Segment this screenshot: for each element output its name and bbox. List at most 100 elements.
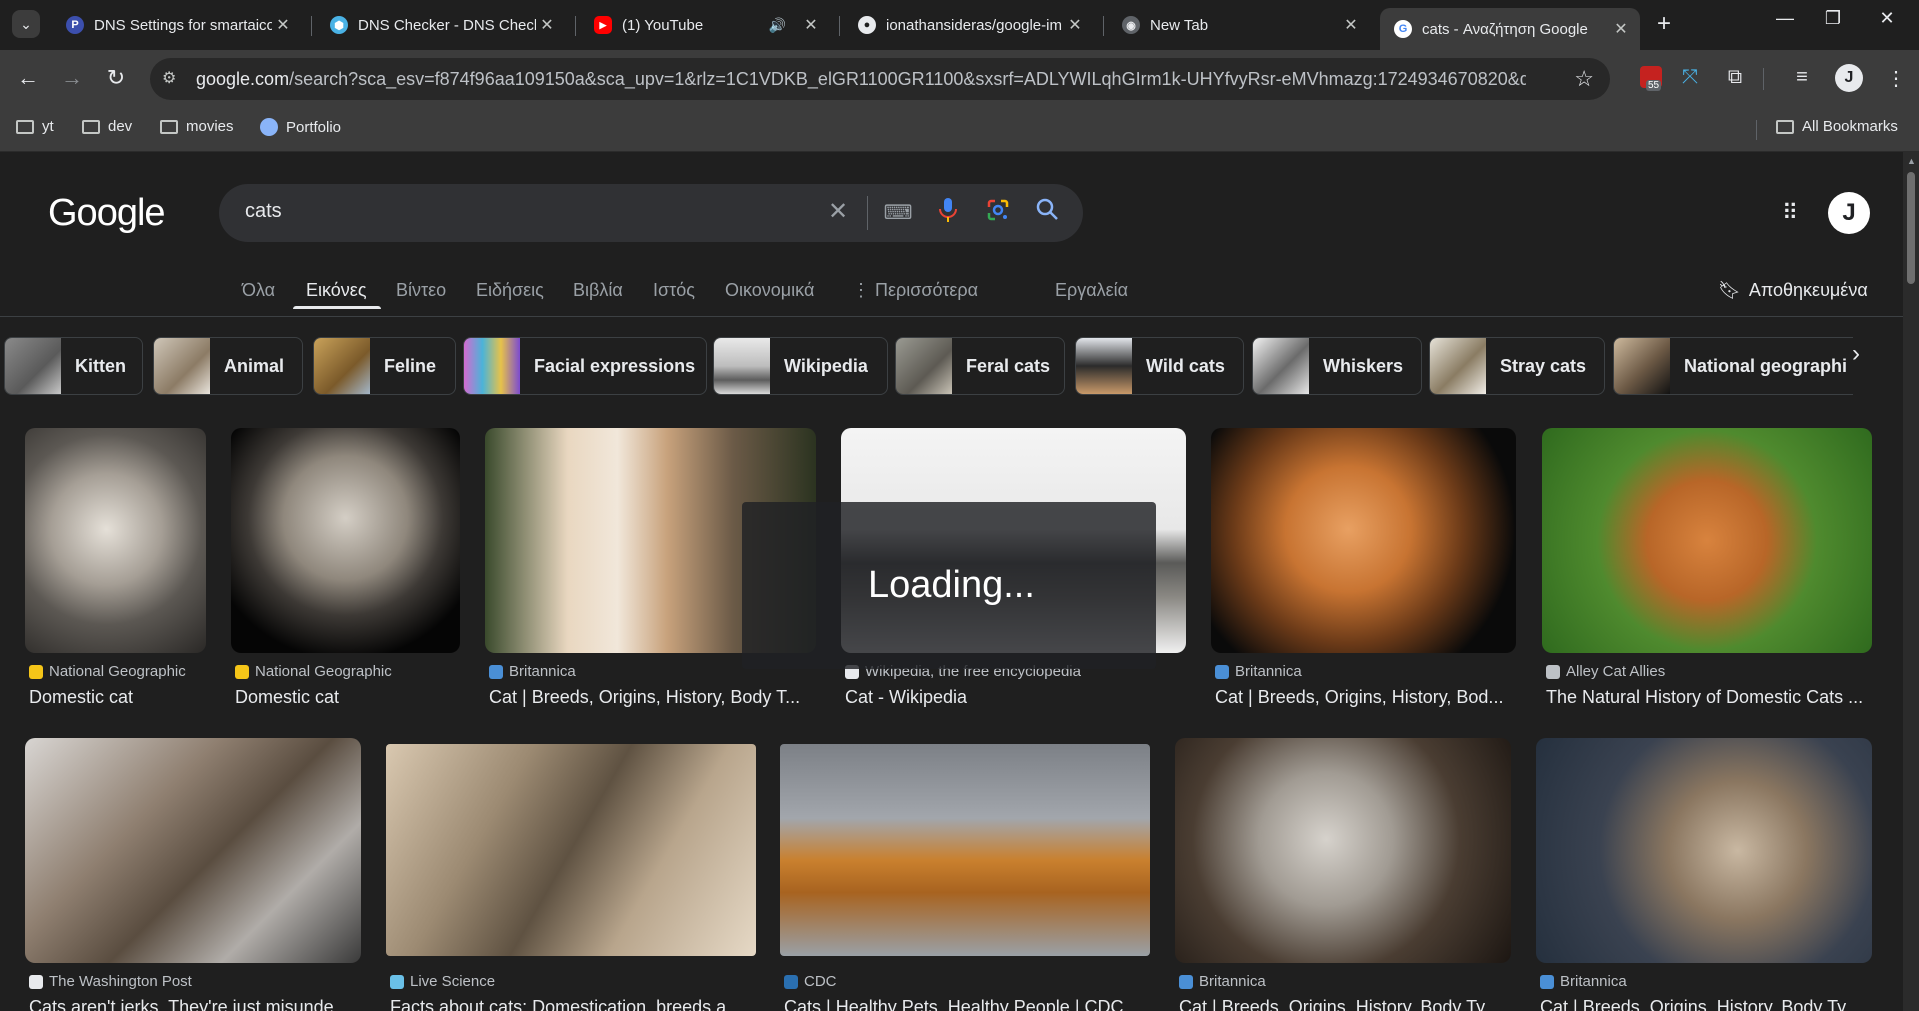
extension-badge-icon[interactable]: 55 [1640, 66, 1662, 91]
bookmark-folder-movies[interactable]: movies [160, 118, 234, 135]
result-image[interactable] [25, 738, 361, 963]
site-info-icon[interactable]: ⚙ [162, 68, 184, 90]
microphone-icon[interactable] [932, 197, 964, 230]
result-caption[interactable]: Cats | Healthy Pets, Healthy People | CD… [784, 997, 1154, 1011]
result-source[interactable]: Britannica [1215, 663, 1302, 680]
result-caption[interactable]: Cat | Breeds, Origins, History, Bod... [1215, 687, 1520, 708]
tab-videos[interactable]: Βίντεο [396, 280, 446, 301]
google-lens-icon[interactable] [982, 197, 1014, 230]
google-apps-grid-icon[interactable]: ⠿ [1782, 200, 1799, 226]
minimize-icon[interactable]: — [1762, 8, 1808, 29]
forward-arrow-icon[interactable]: → [58, 65, 86, 91]
bookmark-star-icon[interactable]: ☆ [1574, 66, 1594, 92]
result-source[interactable]: The Washington Post [29, 973, 192, 990]
back-arrow-icon[interactable]: ← [14, 65, 42, 91]
tab-news[interactable]: Ειδήσεις [476, 280, 544, 301]
tab-finance[interactable]: Οικονομικά [725, 280, 814, 301]
result-caption[interactable]: Domestic cat [235, 687, 464, 708]
close-tab-icon[interactable]: ✕ [1340, 15, 1362, 35]
chip-national-geographic[interactable]: National geographi [1613, 337, 1853, 395]
result-caption[interactable]: Cat | Breeds, Origins, History, Body Ty.… [1540, 997, 1876, 1011]
browser-tab[interactable]: ● ionathansideras/google-im ✕ [844, 8, 1094, 42]
result-image[interactable] [1175, 738, 1511, 963]
new-tab-button[interactable]: + [1650, 10, 1678, 38]
browser-tab[interactable]: ◉ New Tab ✕ [1108, 8, 1370, 42]
chip-facial-expressions[interactable]: Facial expressions [463, 337, 707, 395]
close-window-icon[interactable]: ✕ [1864, 8, 1910, 29]
chip-stray-cats[interactable]: Stray cats [1429, 337, 1605, 395]
browser-tab[interactable]: ⬢ DNS Checker - DNS Check ✕ [316, 8, 566, 42]
tab-all[interactable]: Όλα [242, 280, 275, 301]
reload-icon[interactable]: ↻ [102, 65, 130, 91]
chip-kitten[interactable]: Kitten [4, 337, 143, 395]
account-avatar[interactable]: J [1828, 192, 1870, 234]
page-scrollbar[interactable]: ▲ [1903, 152, 1919, 1011]
chip-feline[interactable]: Feline [313, 337, 456, 395]
result-caption[interactable]: Cats aren't jerks. They're just misunde.… [29, 997, 365, 1011]
result-caption[interactable]: Facts about cats: Domestication, breeds … [390, 997, 760, 1011]
scrollbar-thumb[interactable] [1907, 172, 1915, 284]
close-tab-icon[interactable]: ✕ [800, 15, 822, 35]
result-caption[interactable]: Cat - Wikipedia [845, 687, 1190, 708]
result-image[interactable] [1211, 428, 1516, 653]
result-caption[interactable]: The Natural History of Domestic Cats ... [1546, 687, 1876, 708]
google-logo[interactable]: Google [48, 192, 166, 235]
screen-capture-extension-icon[interactable]: ⤧ [1676, 66, 1704, 89]
browser-tab[interactable]: ▶ (1) YouTube 🔊 ✕ [580, 8, 830, 42]
bookmark-folder-dev[interactable]: dev [82, 118, 132, 135]
bookmark-portfolio[interactable]: Portfolio [260, 118, 341, 136]
result-image[interactable] [1536, 738, 1872, 963]
result-source[interactable]: Britannica [489, 663, 576, 680]
all-bookmarks-button[interactable]: All Bookmarks [1776, 118, 1898, 135]
result-source[interactable]: Live Science [390, 973, 495, 990]
chip-whiskers[interactable]: Whiskers [1252, 337, 1422, 395]
chip-wikipedia[interactable]: Wikipedia [713, 337, 888, 395]
tab-web[interactable]: Ιστός [653, 280, 695, 301]
search-icon[interactable] [1031, 197, 1063, 228]
profile-avatar-icon[interactable]: J [1835, 64, 1863, 92]
browser-menu-icon[interactable]: ⋮ [1882, 66, 1910, 91]
result-image[interactable] [25, 428, 206, 653]
address-bar-url[interactable]: google.com/search?sca_esv=f874f96aa10915… [196, 69, 1526, 90]
bookmark-folder-yt[interactable]: yt [16, 118, 54, 135]
close-tab-icon[interactable]: ✕ [536, 15, 558, 35]
tab-more[interactable]: ⋮ Περισσότερα [852, 280, 978, 301]
result-image[interactable] [1542, 428, 1872, 653]
result-source[interactable]: Britannica [1179, 973, 1266, 990]
result-source[interactable]: National Geographic [235, 663, 392, 680]
result-caption[interactable]: Cat | Breeds, Origins, History, Body Ty.… [1179, 997, 1515, 1011]
address-bar[interactable]: ⚙ google.com/search?sca_esv=f874f96aa109… [150, 58, 1610, 100]
search-box[interactable]: cats ✕ ⌨ [219, 184, 1083, 242]
tools-button[interactable]: Εργαλεία [1055, 280, 1128, 301]
saved-button[interactable]: 🔖︎ Αποθηκευμένα [1718, 280, 1868, 301]
chip-feral-cats[interactable]: Feral cats [895, 337, 1065, 395]
result-source[interactable]: Britannica [1540, 973, 1627, 990]
result-image[interactable] [386, 744, 756, 956]
scroll-up-arrow-icon[interactable]: ▲ [1907, 156, 1916, 166]
close-tab-icon[interactable]: ✕ [1610, 19, 1632, 39]
media-controls-icon[interactable]: ≡ [1788, 66, 1816, 89]
extensions-puzzle-icon[interactable]: ⧉ [1721, 66, 1749, 89]
restore-icon[interactable]: ❐ [1810, 8, 1856, 29]
browser-tab-active[interactable]: G cats - Αναζήτηση Google ✕ [1380, 8, 1640, 50]
clear-search-icon[interactable]: ✕ [822, 197, 854, 226]
search-input[interactable]: cats [245, 200, 282, 223]
keyboard-icon[interactable]: ⌨ [882, 200, 914, 225]
chip-animal[interactable]: Animal [153, 337, 303, 395]
close-tab-icon[interactable]: ✕ [1064, 15, 1086, 35]
tab-images[interactable]: Εικόνες [306, 280, 367, 301]
result-caption[interactable]: Domestic cat [29, 687, 210, 708]
tab-search-button[interactable]: ⌄ [12, 10, 40, 38]
close-tab-icon[interactable]: ✕ [272, 15, 294, 35]
result-source[interactable]: National Geographic [29, 663, 186, 680]
audio-playing-icon[interactable]: 🔊 [769, 17, 786, 34]
chip-wild-cats[interactable]: Wild cats [1075, 337, 1244, 395]
result-caption[interactable]: Cat | Breeds, Origins, History, Body T..… [489, 687, 820, 708]
result-image[interactable] [231, 428, 460, 653]
result-image[interactable] [780, 744, 1150, 956]
tab-books[interactable]: Βιβλία [573, 280, 623, 301]
result-source[interactable]: Alley Cat Allies [1546, 663, 1665, 680]
chips-next-chevron-icon[interactable]: › [1852, 340, 1860, 368]
browser-tab[interactable]: P DNS Settings for smartaico ✕ [52, 8, 302, 42]
result-source[interactable]: CDC [784, 973, 837, 990]
